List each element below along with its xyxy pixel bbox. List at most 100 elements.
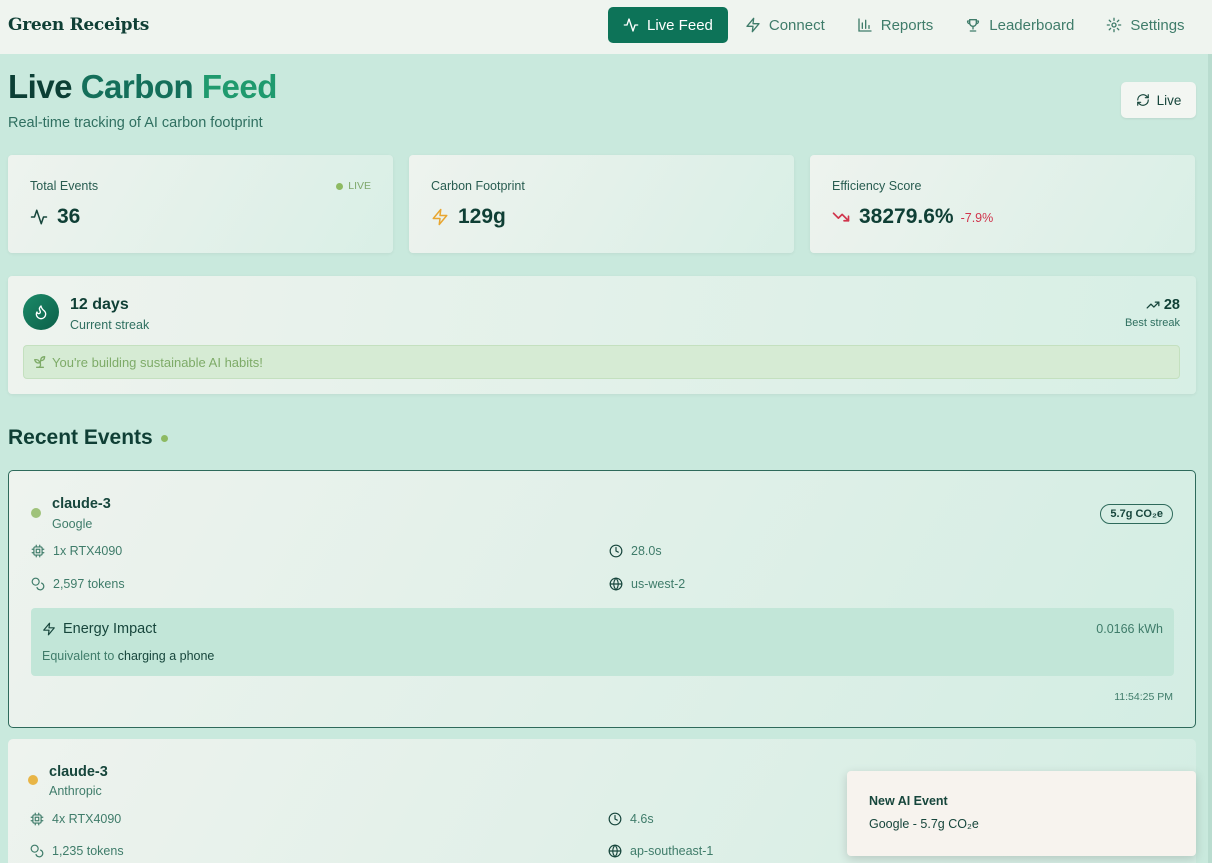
event-duration-value: 4.6s (630, 812, 654, 826)
bar-chart-icon (858, 18, 872, 32)
bolt-icon (43, 622, 55, 636)
nav-item-label: Connect (768, 16, 825, 34)
nav-item-connect[interactable]: Connect (730, 7, 840, 43)
live-toggle-button[interactable]: Live (1121, 82, 1196, 118)
stat-value: 38279.6% (859, 205, 954, 228)
event-region: us-west-2 (609, 577, 685, 591)
coins-icon (31, 577, 45, 591)
clock-icon (608, 812, 622, 826)
stat-value-row: 36 (30, 205, 80, 229)
energy-equivalent-prefix: Equivalent to (42, 649, 115, 663)
page-title-part: Feed (201, 68, 278, 105)
stat-card-carbon-footprint: Carbon Footprint 129g (409, 155, 794, 253)
event-tokens-value: 2,597 tokens (53, 577, 125, 591)
event-provider: Anthropic (49, 784, 102, 798)
stat-value-row: 38279.6% -7.9% (832, 205, 993, 229)
event-duration: 4.6s (608, 812, 654, 826)
event-gpu: 4x RTX4090 (30, 812, 121, 826)
top-navigation-bar: Green Receipts Live Feed Connect Reports… (0, 0, 1212, 54)
nav-item-reports[interactable]: Reports (842, 7, 949, 43)
nav-item-label: Settings (1130, 16, 1185, 34)
energy-equivalent-value: charging a phone (117, 649, 215, 663)
cpu-icon (30, 812, 44, 826)
new-event-toast[interactable]: New AI Event Google - 5.7g CO₂e (847, 771, 1196, 856)
live-status-badge: LIVE (336, 180, 371, 192)
stat-label: Total Events (30, 179, 99, 193)
live-dot-icon (160, 434, 168, 442)
activity-icon (30, 209, 48, 225)
event-provider: Google (52, 517, 93, 531)
page-title: Live Carbon Feed (8, 68, 277, 106)
bolt-icon (432, 208, 448, 226)
event-region-value: us-west-2 (631, 577, 686, 591)
status-dot-icon (28, 775, 38, 785)
current-streak-value: 12 days (70, 296, 129, 313)
habit-message: You're building sustainable AI habits! (52, 354, 263, 370)
event-gpu: 1x RTX4090 (31, 544, 122, 558)
nav-item-label: Reports (880, 16, 934, 34)
event-tokens-value: 1,235 tokens (52, 844, 124, 858)
nav-item-settings[interactable]: Settings (1091, 7, 1199, 43)
nav-item-live-feed[interactable]: Live Feed (608, 7, 728, 43)
gear-icon (1107, 17, 1122, 33)
stat-label: Efficiency Score (832, 179, 922, 193)
event-card[interactable]: claude-3 Google 5.7g CO₂e 1x RTX4090 28.… (8, 470, 1196, 728)
live-badge-label: LIVE (348, 180, 371, 192)
nav-item-label: Live Feed (647, 16, 713, 34)
page-title-part: Live (8, 68, 73, 105)
app-logo[interactable]: Green Receipts (8, 15, 149, 35)
event-timestamp: 11:54:25 PM (1114, 691, 1173, 703)
best-streak: 28 Best streak (1125, 297, 1180, 329)
streak-card: 12 days Current streak 28 Best streak Yo… (8, 276, 1196, 394)
recent-events-title: Recent Events (8, 426, 153, 449)
event-duration-value: 28.0s (631, 544, 662, 558)
energy-impact-title-row: Energy Impact (42, 621, 157, 637)
streak-badge (23, 294, 59, 330)
status-dot-icon (31, 508, 41, 518)
globe-icon (609, 577, 623, 591)
energy-kwh: 0.0166 kWh (1096, 622, 1163, 636)
event-model: claude-3 (52, 496, 111, 512)
stat-value: 129g (458, 205, 506, 228)
best-streak-value: 28 (1163, 297, 1180, 313)
stat-value: 36 (57, 205, 81, 228)
page-title-part: Carbon (80, 68, 194, 105)
best-streak-value-row: 28 (1125, 297, 1180, 313)
energy-equivalent: Equivalent to charging a phone (42, 649, 214, 663)
live-button-label: Live (1156, 92, 1182, 108)
nav-item-label: Leaderboard (989, 16, 1075, 34)
energy-impact-title: Energy Impact (63, 621, 157, 637)
best-streak-label: Best streak (1124, 317, 1180, 329)
bolt-icon (746, 17, 760, 33)
event-model: claude-3 (49, 764, 108, 780)
trending-down-icon (832, 212, 850, 222)
page-subtitle: Real-time tracking of AI carbon footprin… (8, 115, 263, 131)
event-tokens: 2,597 tokens (31, 577, 125, 591)
event-gpu-value: 1x RTX4090 (53, 544, 123, 558)
co2-badge: 5.7g CO₂e (1100, 504, 1173, 524)
energy-impact-panel: Energy Impact 0.0166 kWh Equivalent to c… (31, 608, 1174, 676)
activity-icon (623, 18, 639, 32)
event-gpu-value: 4x RTX4090 (52, 812, 122, 826)
nav-item-leaderboard[interactable]: Leaderboard (950, 7, 1089, 43)
habit-message-banner: You're building sustainable AI habits! (23, 345, 1180, 379)
live-dot-icon (336, 182, 344, 190)
stat-value-row: 129g (431, 205, 506, 229)
main-nav: Live Feed Connect Reports Leaderboard Se… (608, 7, 1202, 43)
recent-events-heading: Recent Events (8, 426, 168, 450)
toast-message: Google - 5.7g CO₂e (869, 817, 979, 831)
clock-icon (609, 544, 623, 558)
flame-icon (35, 305, 47, 320)
stat-card-total-events: Total Events LIVE 36 (8, 155, 393, 253)
trending-up-icon (1146, 301, 1160, 309)
stat-label: Carbon Footprint (431, 179, 525, 193)
page-header: Live Carbon Feed Real-time tracking of A… (8, 68, 277, 131)
cpu-icon (31, 544, 45, 558)
trophy-icon (967, 19, 980, 32)
stat-card-efficiency-score: Efficiency Score 38279.6% -7.9% (810, 155, 1195, 253)
sprout-icon (34, 356, 46, 368)
event-tokens: 1,235 tokens (30, 844, 124, 858)
page-scrollbar[interactable] (1208, 54, 1212, 863)
event-duration: 28.0s (609, 544, 662, 558)
coins-icon (30, 844, 44, 858)
